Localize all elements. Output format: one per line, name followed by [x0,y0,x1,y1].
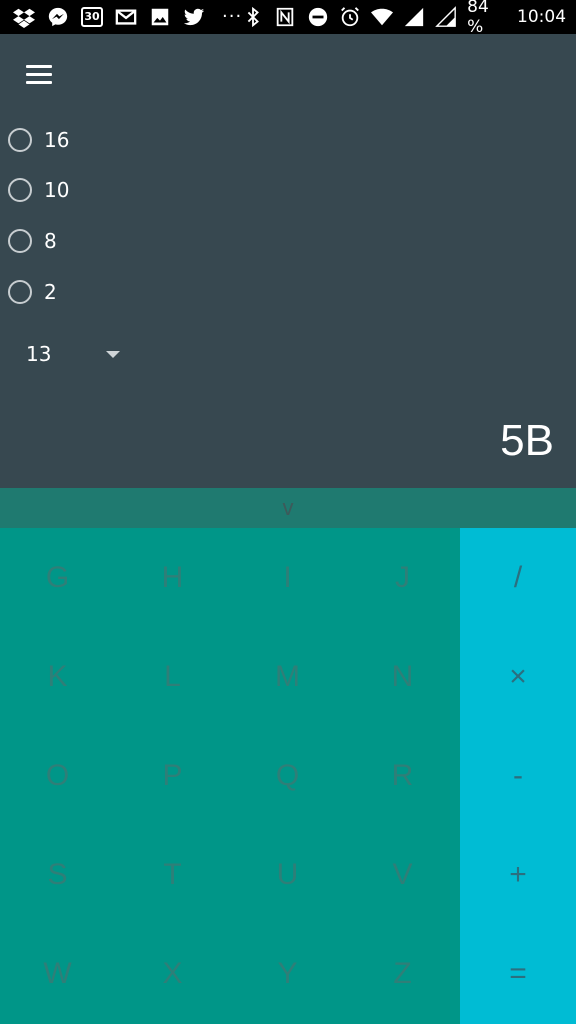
key-h[interactable]: H [115,528,230,627]
radio-circle-icon[interactable] [8,128,32,152]
radio-base-8[interactable]: 8 [8,221,57,261]
result-display: 5B [500,416,554,465]
operator-keypad: / × - + = [460,528,576,1024]
key-r[interactable]: R [345,726,460,825]
key-g[interactable]: G [0,528,115,627]
key-z[interactable]: Z [345,925,460,1024]
key-t[interactable]: T [115,826,230,925]
gmail-icon [114,6,138,28]
radio-label: 10 [44,178,70,202]
key-n[interactable]: N [345,627,460,726]
letter-keypad: G H I J K L M N O P Q R S T U V W X Y Z [0,528,460,1024]
twitter-icon [182,6,206,28]
menu-button[interactable] [22,60,56,88]
hamburger-icon-line [26,64,52,68]
base-select[interactable]: 13 [26,334,126,374]
dropbox-icon [12,6,36,28]
multiply-button[interactable]: × [460,627,576,726]
radio-circle-icon[interactable] [8,178,32,202]
battery-level: 84 % [467,0,489,37]
status-bar: 30 ··· 84 % 10:04 [0,0,576,37]
hamburger-icon-line [26,80,52,84]
radio-base-10[interactable]: 10 [8,170,69,210]
collapse-keypad-button[interactable]: v [0,488,576,528]
bluetooth-icon [242,6,264,28]
radio-circle-icon[interactable] [8,229,32,253]
key-p[interactable]: P [115,726,230,825]
system-icons: 84 % 10:04 [242,0,566,37]
add-button[interactable]: + [460,826,576,925]
signal-icon [403,6,425,28]
key-m[interactable]: M [230,627,345,726]
key-s[interactable]: S [0,826,115,925]
key-j[interactable]: J [345,528,460,627]
radio-base-16[interactable]: 16 [8,120,69,160]
radio-label: 16 [44,128,70,152]
key-q[interactable]: Q [230,726,345,825]
key-o[interactable]: O [0,726,115,825]
gallery-icon [148,6,172,28]
dropdown-caret-icon [106,350,120,358]
do-not-disturb-icon [306,6,328,28]
hamburger-icon-line [26,72,52,76]
base-select-value: 13 [26,342,52,366]
calendar-day: 30 [81,7,103,27]
key-u[interactable]: U [230,826,345,925]
equals-button[interactable]: = [460,925,576,1024]
radio-circle-icon[interactable] [8,280,32,304]
key-l[interactable]: L [115,627,230,726]
more-notifications-icon: ··· [222,6,243,27]
chevron-down-icon: v [282,495,294,520]
calendar-icon: 30 [80,6,104,28]
radio-label: 2 [44,280,57,304]
signal-empty-icon [435,6,457,28]
alarm-icon [339,6,361,28]
key-w[interactable]: W [0,925,115,1024]
key-v[interactable]: V [345,826,460,925]
radio-label: 8 [44,229,57,253]
notification-icons: 30 ··· [12,6,242,28]
messenger-icon [46,6,70,28]
wifi-icon [370,6,393,28]
nfc-icon [274,6,296,28]
key-k[interactable]: K [0,627,115,726]
clock-time: 10:04 [517,7,567,27]
key-y[interactable]: Y [230,925,345,1024]
calculator-display: 16 10 8 2 13 5B [0,34,576,488]
subtract-button[interactable]: - [460,726,576,825]
key-x[interactable]: X [115,925,230,1024]
radio-base-2[interactable]: 2 [8,272,57,312]
key-i[interactable]: I [230,528,345,627]
divide-button[interactable]: / [460,528,576,627]
